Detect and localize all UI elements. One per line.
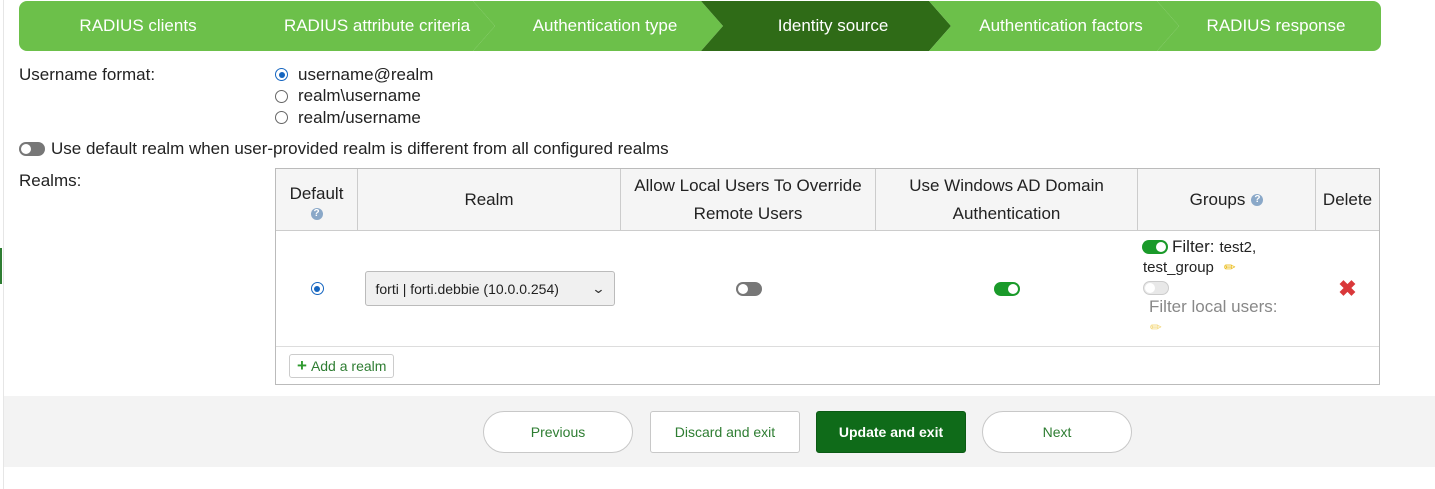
step-radius-clients[interactable]: RADIUS clients [19, 1, 269, 51]
col-default-label: Default [289, 183, 344, 203]
username-format-option[interactable]: username@realm [275, 64, 433, 86]
delete-icon[interactable]: ✖ [1338, 276, 1356, 302]
col-windows-ad: Use Windows AD Domain Authentication [876, 169, 1138, 230]
step-label: Authentication type [532, 16, 678, 35]
col-realm: Realm [358, 169, 621, 230]
option-label: username@realm [298, 64, 434, 84]
step-label: RADIUS response [1206, 16, 1346, 35]
windows-ad-toggle[interactable] [994, 281, 1020, 296]
add-realm-button[interactable]: + Add a realm [289, 354, 395, 378]
col-windows-ad-line1: Use Windows AD Domain [909, 175, 1104, 195]
filter-value: test_group [1143, 259, 1214, 276]
group-filter-continued: test_group ✏ [1143, 259, 1236, 276]
delete-cell: ✖ [1316, 231, 1379, 346]
group-filter: Filter: test2, [1142, 237, 1256, 257]
radio[interactable] [275, 89, 288, 103]
default-realm-toggle[interactable] [19, 142, 45, 156]
username-format-options: username@realm realm\username realm/user… [275, 64, 433, 129]
step-identity-source[interactable]: Identity source [701, 1, 951, 51]
default-cell [276, 231, 358, 346]
footer-bar: Previous Discard and exit Update and exi… [4, 396, 1435, 467]
step-label: RADIUS attribute criteria [283, 16, 471, 35]
col-delete: Delete [1316, 169, 1379, 230]
pencil-icon[interactable]: ✏ [1150, 319, 1162, 336]
next-button[interactable]: Next [982, 411, 1132, 453]
step-radius-response[interactable]: RADIUS response [1157, 1, 1381, 51]
help-icon[interactable]: ? [310, 207, 323, 220]
default-realm-setting: Use default realm when user-provided rea… [19, 139, 669, 159]
left-edge-marker [0, 248, 2, 284]
col-default: Default ? [276, 169, 358, 230]
filter-local-users-toggle[interactable] [1143, 281, 1169, 295]
col-groups-label: Groups [1189, 189, 1246, 209]
discard-and-exit-button[interactable]: Discard and exit [650, 411, 800, 453]
help-icon[interactable]: ? [1251, 193, 1264, 206]
col-allow-local-line2: Remote Users [693, 203, 803, 223]
pencil-icon[interactable]: ✏ [1224, 259, 1236, 276]
username-format-option[interactable]: realm\username [275, 86, 433, 108]
update-and-exit-button[interactable]: Update and exit [816, 411, 966, 453]
col-allow-local-line1: Allow Local Users To Override [634, 175, 862, 195]
filter-value: test2, [1219, 238, 1257, 256]
realm-select-value: forti | forti.debbie (10.0.0.254) [375, 280, 559, 297]
step-label: Authentication factors [979, 16, 1143, 35]
realms-table: Default ? Realm Allow Local Users To Ove… [275, 168, 1380, 385]
username-format-label: Username format: [19, 65, 156, 84]
step-authentication-factors[interactable]: Authentication factors [929, 1, 1179, 51]
allow-local-cell [621, 231, 876, 346]
step-radius-attribute-criteria[interactable]: RADIUS attribute criteria [245, 1, 495, 51]
col-windows-ad-line2: Authentication [952, 203, 1061, 223]
windows-ad-cell [876, 231, 1138, 346]
realm-select[interactable]: forti | forti.debbie (10.0.0.254) ⌄ [364, 271, 615, 306]
wizard-steps: RADIUS clients RADIUS attribute criteria… [19, 1, 1381, 51]
option-label: realm\username [298, 86, 421, 106]
step-label: RADIUS clients [79, 16, 197, 35]
step-label: Identity source [777, 16, 889, 35]
radio[interactable] [275, 111, 288, 125]
filter-local-users-label: Filter local users: [1149, 297, 1278, 316]
username-format-option[interactable]: realm/username [275, 107, 433, 129]
radio-selected[interactable] [275, 68, 288, 82]
default-radio[interactable] [310, 282, 324, 295]
realms-label: Realms: [19, 171, 82, 190]
col-delete-label: Delete [1322, 189, 1373, 209]
group-filter-toggle[interactable] [1142, 240, 1168, 254]
default-realm-label: Use default realm when user-provided rea… [51, 139, 669, 158]
col-realm-label: Realm [464, 189, 514, 209]
realm-cell: forti | forti.debbie (10.0.0.254) ⌄ [358, 231, 621, 346]
col-allow-local-override: Allow Local Users To Override Remote Use… [621, 169, 876, 230]
chevron-down-icon: ⌄ [590, 280, 606, 296]
table-row: forti | forti.debbie (10.0.0.254) ⌄ Filt… [276, 231, 1379, 347]
col-groups: Groups ? [1138, 169, 1316, 230]
previous-button[interactable]: Previous [483, 411, 633, 453]
table-header: Default ? Realm Allow Local Users To Ove… [276, 169, 1379, 231]
allow-local-override-toggle[interactable] [735, 281, 762, 296]
plus-icon: + [297, 356, 307, 375]
filter-label: Filter: [1172, 237, 1215, 256]
option-label: realm/username [298, 107, 421, 127]
add-realm-label: Add a realm [310, 358, 387, 374]
step-authentication-type[interactable]: Authentication type [473, 1, 723, 51]
